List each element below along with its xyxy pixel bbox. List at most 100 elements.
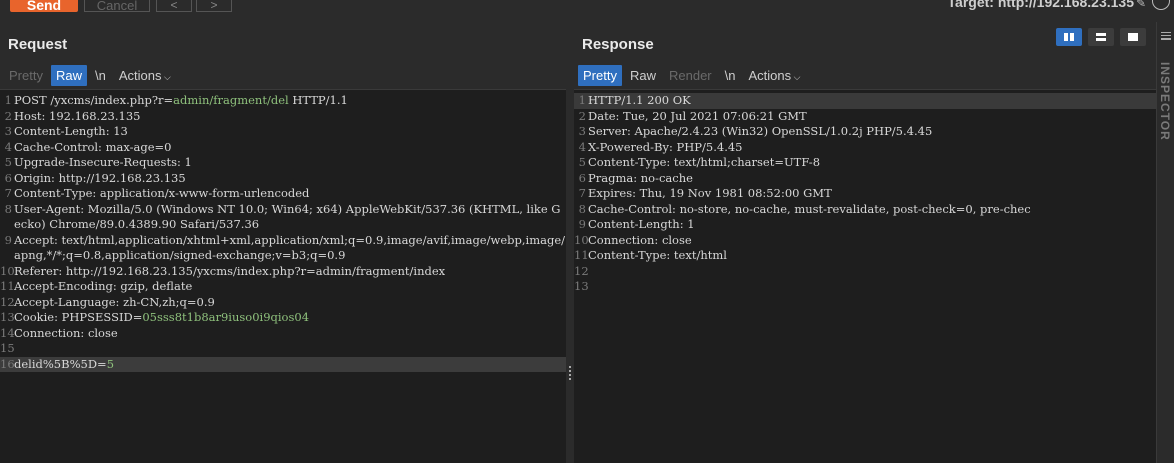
line-number: 10 — [0, 263, 15, 278]
line-number: 13 — [0, 310, 15, 324]
stacked-view-icon[interactable] — [1088, 28, 1114, 46]
actions-dropdown[interactable]: Actions — [114, 65, 176, 86]
help-icon[interactable] — [1152, 0, 1170, 10]
tab-pretty[interactable]: Pretty — [4, 65, 48, 86]
single-view-icon[interactable] — [1120, 28, 1146, 46]
code-line: 15 — [0, 341, 566, 357]
code-token: Referer: http://192.168.23.135/yxcms/ind… — [14, 263, 446, 278]
line-text: Referer: http://192.168.23.135/yxcms/ind… — [14, 264, 445, 280]
response-tabs: Pretty Raw Render \n Actions — [574, 62, 1156, 90]
line-text: Content-Type: application/x-www-form-url… — [14, 186, 309, 202]
code-token: X-Powered-By: PHP/5.4.45 — [588, 139, 743, 154]
code-line: 5 Content-Type: text/html;charset=UTF-8 — [574, 155, 1156, 171]
code-line: 8 Cache-Control: no-store, no-cache, must… — [574, 202, 1156, 218]
tab-newline[interactable]: \n — [720, 65, 741, 86]
line-text: Cache-Control: no-store, no-cache, must-… — [588, 202, 1031, 218]
code-token: HTTP/1.1 200 OK — [588, 93, 691, 107]
code-line: 4 Cache-Control: max-age=0 — [0, 140, 566, 156]
code-line: 12 Accept-Language: zh-CN,zh;q=0.9 — [0, 295, 566, 311]
code-line: 1 HTTP/1.1 200 OK — [574, 93, 1156, 109]
line-number: 9 — [4, 232, 12, 247]
code-line: 3 Content-Length: 13 — [0, 124, 566, 140]
code-line: 7 Content-Type: application/x-www-form-ur… — [0, 186, 566, 202]
response-pane: Response Pretty Raw Render \n Actions 1H… — [574, 22, 1156, 463]
code-token: Content-Type: text/html — [588, 248, 727, 262]
line-text: Host: 192.168.23.135 — [14, 109, 140, 125]
line-number: 3 — [4, 124, 12, 138]
tab-pretty[interactable]: Pretty — [578, 65, 622, 86]
tab-render[interactable]: Render — [664, 65, 717, 86]
line-text: Accept-Language: zh-CN,zh;q=0.9 — [14, 295, 215, 311]
code-token: HTTP/1.1 — [288, 93, 348, 107]
line-text: Server: Apache/2.4.23 (Win32) OpenSSL/1.… — [588, 124, 932, 140]
code-token: Content-Length: 13 — [14, 124, 128, 138]
line-number: 2 — [4, 108, 12, 123]
line-number: 11 — [574, 248, 589, 262]
line-number: 8 — [578, 201, 586, 216]
line-text: delid%5B%5D=5 — [14, 357, 114, 373]
line-number: 4 — [4, 139, 12, 154]
code-line: 2 Host: 192.168.23.135 — [0, 109, 566, 125]
cancel-button[interactable]: Cancel — [84, 0, 150, 13]
code-token: Connection: close — [14, 325, 118, 340]
line-number: 1 — [4, 93, 12, 107]
code-line: 16 delid%5B%5D=5 — [0, 356, 566, 373]
line-number: 5 — [578, 155, 586, 169]
divider-grip-icon[interactable] — [569, 366, 571, 380]
tab-raw[interactable]: Raw — [625, 65, 661, 86]
pencil-icon[interactable]: ✎ — [1136, 0, 1146, 10]
line-number: 15 — [0, 341, 15, 355]
code-token: Upgrade-Insecure-Requests: 1 — [14, 155, 192, 169]
menu-icon[interactable] — [1161, 32, 1171, 40]
line-number: 1 — [578, 93, 586, 107]
response-editor[interactable]: 1 HTTP/1.1 200 OK 2 Date: Tue, 20 Jul 2021 … — [574, 90, 1156, 295]
code-token: Pragma: no-cache — [588, 170, 693, 185]
code-token: delid%5B%5D= — [14, 356, 107, 371]
top-toolbar: Send Cancel < > Target: http://192.168.2… — [0, 0, 1174, 20]
code-line: 12 — [574, 264, 1156, 280]
line-number: 13 — [574, 279, 589, 293]
code-token: Expires: Thu, 19 Nov 1981 08:52:00 GMT — [588, 186, 832, 200]
code-token: Server: Apache/2.4.23 (Win32) OpenSSL/1.… — [588, 124, 933, 138]
request-editor[interactable]: 1 POST /yxcms/index.php?r=admin/fragment/… — [0, 90, 566, 372]
split-view-icon[interactable] — [1056, 28, 1082, 46]
line-number: 6 — [4, 170, 12, 185]
line-number: 8 — [4, 201, 12, 216]
code-token: Content-Type: text/html;charset=UTF-8 — [588, 155, 821, 169]
code-line: 10 Connection: close — [574, 233, 1156, 249]
line-text: Origin: http://192.168.23.135 — [14, 171, 186, 187]
line-text: X-Powered-By: PHP/5.4.45 — [588, 140, 743, 156]
code-line: 11 Content-Type: text/html — [574, 248, 1156, 264]
code-token: Connection: close — [588, 232, 692, 247]
line-number: 2 — [578, 108, 586, 123]
send-button[interactable]: Send — [10, 0, 78, 13]
code-line: 7 Expires: Thu, 19 Nov 1981 08:52:00 GMT — [574, 186, 1156, 202]
forward-button[interactable]: > — [196, 0, 232, 12]
code-line: 9 Accept: text/html,application/xhtml+xml… — [0, 233, 566, 264]
code-token: 5 — [106, 356, 115, 371]
code-line: 4 X-Powered-By: PHP/5.4.45 — [574, 140, 1156, 156]
back-button[interactable]: < — [156, 0, 192, 12]
response-title: Response — [582, 36, 654, 53]
actions-dropdown[interactable]: Actions — [743, 65, 805, 86]
response-header: Response — [574, 22, 1156, 62]
code-line: 2 Date: Tue, 20 Jul 2021 07:06:21 GMT — [574, 109, 1156, 125]
code-line: 5 Upgrade-Insecure-Requests: 1 — [0, 155, 566, 171]
code-token: Cookie: PHPSESSID= — [14, 310, 143, 324]
code-token: 05sss8t1b8ar9iuso0i9qios04 — [142, 310, 310, 324]
line-number: 12 — [574, 263, 589, 278]
code-line: 6 Origin: http://192.168.23.135 — [0, 171, 566, 187]
code-line: 8 User-Agent: Mozilla/5.0 (Windows NT 10.… — [0, 202, 566, 233]
code-token: Host: 192.168.23.135 — [14, 108, 141, 123]
code-line: 3 Server: Apache/2.4.23 (Win32) OpenSSL/1… — [574, 124, 1156, 140]
request-header: Request — [0, 22, 566, 62]
inspector-label: INSPECTOR — [1158, 62, 1172, 141]
pane-divider[interactable] — [566, 22, 574, 463]
tab-newline[interactable]: \n — [90, 65, 111, 86]
tab-raw[interactable]: Raw — [50, 65, 87, 86]
line-number: 7 — [4, 186, 12, 200]
inspector-panel[interactable]: INSPECTOR — [1156, 22, 1174, 463]
code-line: 13 — [574, 279, 1156, 295]
line-text: Upgrade-Insecure-Requests: 1 — [14, 155, 192, 171]
code-token: Cache-Control: max-age=0 — [14, 139, 172, 154]
